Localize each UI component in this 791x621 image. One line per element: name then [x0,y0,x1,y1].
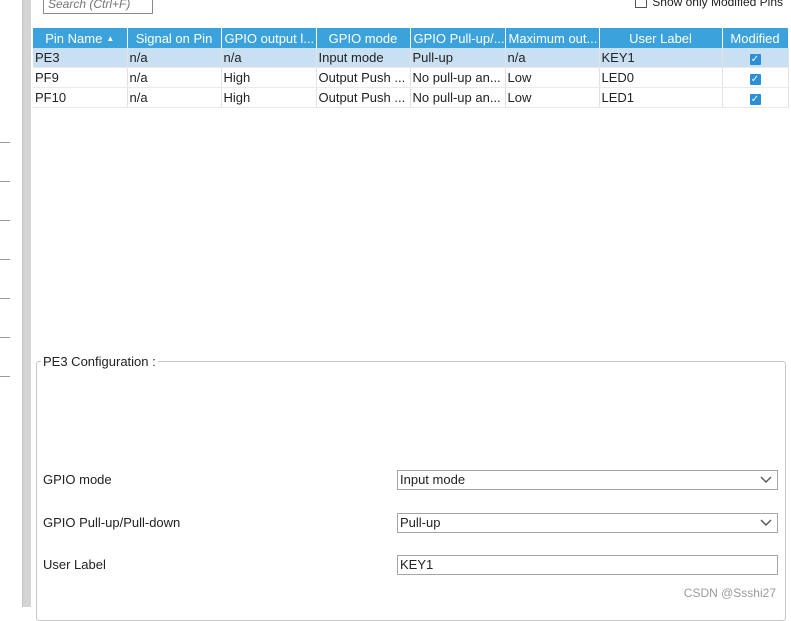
cell-gpio-mode: Output Push ... [316,87,411,108]
pin-configuration-panel: Show only Modified Pins Pin Name▲ Signal… [31,0,791,621]
column-header-modified[interactable]: Modified [722,28,789,48]
config-title: PE3 Configuration : [41,354,158,369]
column-header-gpio-pull[interactable]: GPIO Pull-up/... [410,28,506,48]
cell-speed: Low [505,67,600,88]
cell-user-label: LED0 [599,67,723,88]
cell-user-label: LED1 [599,87,723,108]
cell-gpio-mode: Input mode [316,48,411,68]
gutter-tick [0,259,10,260]
cell-output-level: High [221,67,317,88]
modified-checkbox-icon: ✓ [749,94,761,105]
cell-output-level: n/a [221,48,317,68]
show-only-modified-label: Show only Modified Pins [652,0,783,9]
sort-ascending-icon: ▲ [106,33,115,43]
gpio-pull-label: GPIO Pull-up/Pull-down [43,515,181,530]
chevron-down-icon [760,519,772,526]
show-only-modified-toggle[interactable]: Show only Modified Pins [635,0,783,9]
cell-pin-name: PE3 [33,48,128,68]
cell-signal: n/a [127,67,222,88]
show-only-modified-checkbox[interactable] [635,0,648,8]
column-header-pin-name[interactable]: Pin Name ▲ [33,28,128,48]
cell-pin-name: PF10 [33,87,128,108]
cell-speed: Low [505,87,600,108]
search-input[interactable] [43,0,153,14]
cell-signal: n/a [127,48,222,68]
table-row[interactable]: PF9 n/a High Output Push ... No pull-up … [33,67,789,88]
cell-output-level: High [221,87,317,108]
gpio-pull-value: Pull-up [400,515,441,530]
column-header-signal[interactable]: Signal on Pin [127,28,222,48]
cell-pull: Pull-up [410,48,506,68]
cell-modified: ✓ [722,48,789,68]
gutter-tick [0,142,10,143]
user-label-value: KEY1 [400,557,434,572]
gpio-mode-value: Input mode [400,472,466,487]
modified-checkbox-icon: ✓ [749,54,761,65]
gutter-tick [0,220,10,221]
column-header-gpio-output-level[interactable]: GPIO output l... [221,28,317,48]
pin-configuration-group: PE3 Configuration : GPIO mode Input mode… [36,354,786,621]
table-header-row: Pin Name ▲ Signal on Pin GPIO output l...… [33,28,789,48]
column-header-gpio-mode[interactable]: GPIO mode [316,28,411,48]
gutter-tick [0,376,10,377]
pin-table: Pin Name ▲ Signal on Pin GPIO output l...… [33,28,789,108]
table-row[interactable]: PF10 n/a High Output Push ... No pull-up… [33,87,789,108]
gutter-tick [0,181,10,182]
cell-speed: n/a [505,48,600,68]
cell-user-label: KEY1 [599,48,723,68]
cell-pull: No pull-up an... [410,87,506,108]
chevron-down-icon [760,476,772,483]
column-header-max-output-speed[interactable]: Maximum out... [505,28,600,48]
table-row[interactable]: PE3 n/a n/a Input mode Pull-up n/a KEY1 … [33,48,789,68]
left-gutter [0,0,22,607]
cell-modified: ✓ [722,67,789,88]
gutter-tick [0,298,10,299]
cell-pin-name: PF9 [33,67,128,88]
user-label-label: User Label [43,557,106,572]
cell-gpio-mode: Output Push ... [316,67,411,88]
modified-checkbox-icon: ✓ [749,74,761,85]
gpio-pull-select[interactable]: Pull-up [397,513,778,533]
cell-pull: No pull-up an... [410,67,506,88]
gpio-mode-label: GPIO mode [43,472,112,487]
cell-modified: ✓ [722,87,789,108]
column-header-user-label[interactable]: User Label [599,28,723,48]
gpio-mode-select[interactable]: Input mode [397,470,778,490]
watermark: CSDN @Ssshi27 [683,586,776,600]
cell-signal: n/a [127,87,222,108]
user-label-input[interactable]: KEY1 [397,555,778,575]
gutter-tick [0,337,10,338]
